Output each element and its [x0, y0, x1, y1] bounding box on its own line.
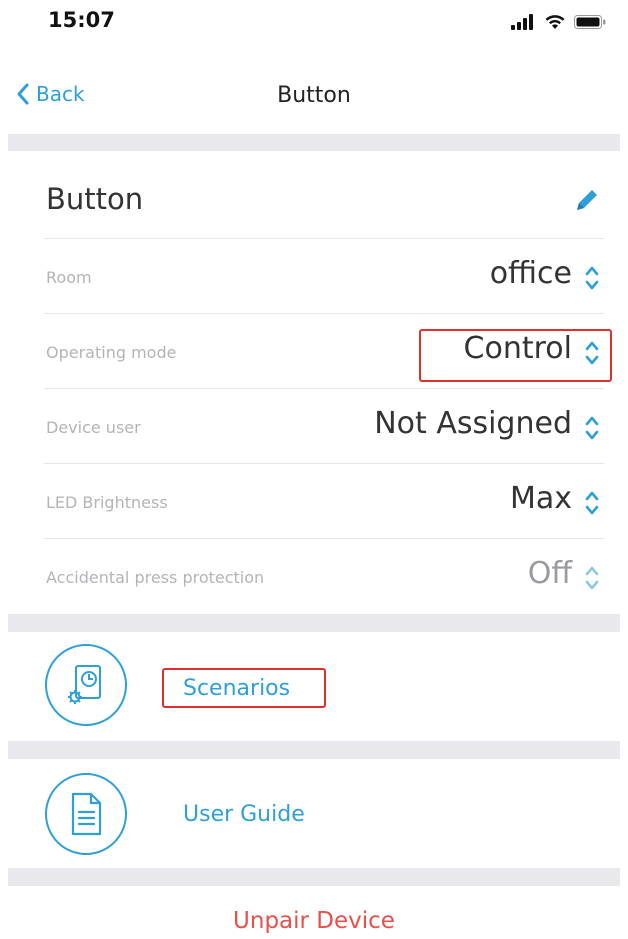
page-title: Button	[277, 83, 351, 108]
chevron-up-down-icon	[585, 491, 599, 515]
section-divider	[8, 868, 620, 886]
device-name: Button	[46, 182, 144, 216]
divider	[44, 388, 604, 389]
room-value[interactable]: office	[490, 256, 572, 291]
room-label: Room	[46, 268, 92, 287]
led-brightness-label: LED Brightness	[46, 493, 168, 512]
divider	[44, 538, 604, 539]
highlight-box-scenarios	[162, 668, 326, 708]
status-icons	[510, 14, 606, 30]
user-guide-label: User Guide	[183, 802, 305, 827]
battery-icon	[574, 15, 606, 29]
status-time: 15:07	[48, 8, 115, 32]
chevron-up-down-icon	[585, 416, 599, 440]
divider	[44, 238, 604, 239]
setting-row-led-brightness[interactable]: LED Brightness Max	[44, 465, 604, 539]
unpair-device-button[interactable]: Unpair Device	[0, 908, 628, 934]
wifi-icon	[545, 15, 565, 29]
document-icon	[71, 792, 102, 836]
highlight-box-operating-mode	[419, 329, 612, 382]
operating-mode-label: Operating mode	[46, 343, 177, 362]
setting-row-accidental-press-protection[interactable]: Accidental press protection Off	[44, 540, 604, 614]
accidental-press-protection-label: Accidental press protection	[46, 568, 265, 587]
device-user-label: Device user	[46, 418, 141, 437]
setting-row-room[interactable]: Room office	[44, 240, 604, 314]
device-user-value[interactable]: Not Assigned	[374, 406, 572, 441]
user-guide-link[interactable]: User Guide	[0, 759, 628, 867]
accidental-press-protection-value[interactable]: Off	[528, 556, 572, 591]
divider	[44, 313, 604, 314]
scenarios-icon-container	[45, 644, 127, 726]
divider	[44, 463, 604, 464]
led-brightness-value[interactable]: Max	[510, 481, 572, 516]
pencil-icon	[577, 190, 597, 210]
setting-row-device-user[interactable]: Device user Not Assigned	[44, 390, 604, 464]
edit-name-button[interactable]	[573, 186, 601, 218]
chevron-up-down-icon	[585, 266, 599, 290]
user-guide-icon-container	[45, 773, 127, 855]
scenario-gear-icon	[68, 665, 101, 704]
signal-icon	[511, 14, 533, 30]
section-divider	[8, 134, 620, 151]
section-divider	[8, 741, 620, 759]
section-divider	[8, 614, 620, 632]
chevron-up-down-icon	[585, 566, 599, 590]
